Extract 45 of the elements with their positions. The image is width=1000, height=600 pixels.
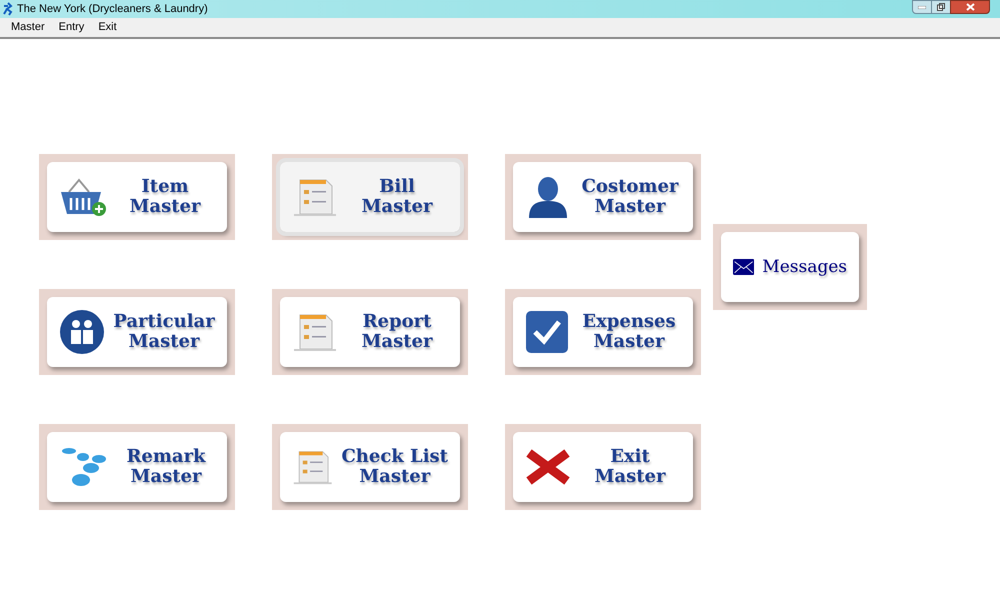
tile-label: Master — [359, 467, 430, 487]
close-button[interactable] — [950, 0, 990, 14]
tile-label: Check List — [341, 447, 448, 467]
tile-label: Expenses — [582, 312, 676, 332]
menu-tile[interactable]: Costomer Master — [513, 162, 693, 232]
tile-label: Master — [594, 467, 666, 487]
restore-icon — [937, 3, 945, 11]
tile-label: Master — [130, 197, 200, 217]
tile-label: Costomer — [582, 177, 678, 197]
tile-label: Report — [362, 312, 432, 332]
menu-tile[interactable]: Remark Master — [47, 432, 227, 502]
tile-label: Master — [594, 332, 664, 352]
basket-icon — [59, 176, 107, 218]
minimize-button[interactable] — [912, 0, 932, 14]
close-icon — [966, 3, 974, 11]
menu-tile[interactable]: Report Master — [280, 297, 460, 367]
menu-tile[interactable]: Item Master — [47, 162, 227, 232]
restore-button[interactable] — [932, 0, 950, 14]
people-icon — [59, 309, 105, 355]
bubbles-icon — [59, 446, 109, 488]
close-icon — [525, 447, 571, 487]
menu-item[interactable]: Exit — [91, 19, 124, 36]
menu-tile[interactable]: Exit Master — [513, 432, 693, 502]
tile-label: Master — [130, 467, 202, 487]
tile-label: Master — [128, 332, 200, 352]
tile-label: Master — [362, 197, 432, 217]
tile-label: Remark — [126, 447, 206, 467]
menu-tile[interactable]: Messages — [721, 232, 859, 302]
minimize-icon — [918, 6, 926, 8]
menu-tile[interactable]: Bill Master — [280, 162, 460, 232]
menu-tile[interactable]: Expenses Master — [513, 297, 693, 367]
tile-label: Master — [594, 197, 666, 217]
window-title: The New York (Drycleaners & Laundry) — [17, 2, 208, 17]
tile-label: Particular — [113, 312, 215, 332]
runner-icon — [2, 2, 14, 16]
tile-label: Bill — [379, 177, 415, 197]
menu-item[interactable]: Master — [4, 19, 52, 36]
tile-label: Exit — [610, 447, 650, 467]
menu-tile[interactable]: Check List Master — [280, 432, 460, 502]
tile-label: Item — [141, 177, 189, 197]
tile-label: Master — [362, 332, 432, 352]
tile-label: Messages — [762, 257, 847, 277]
checkmark-icon — [525, 310, 569, 354]
menu-item[interactable]: Entry — [52, 19, 92, 36]
menu-tile[interactable]: Particular Master — [47, 297, 227, 367]
